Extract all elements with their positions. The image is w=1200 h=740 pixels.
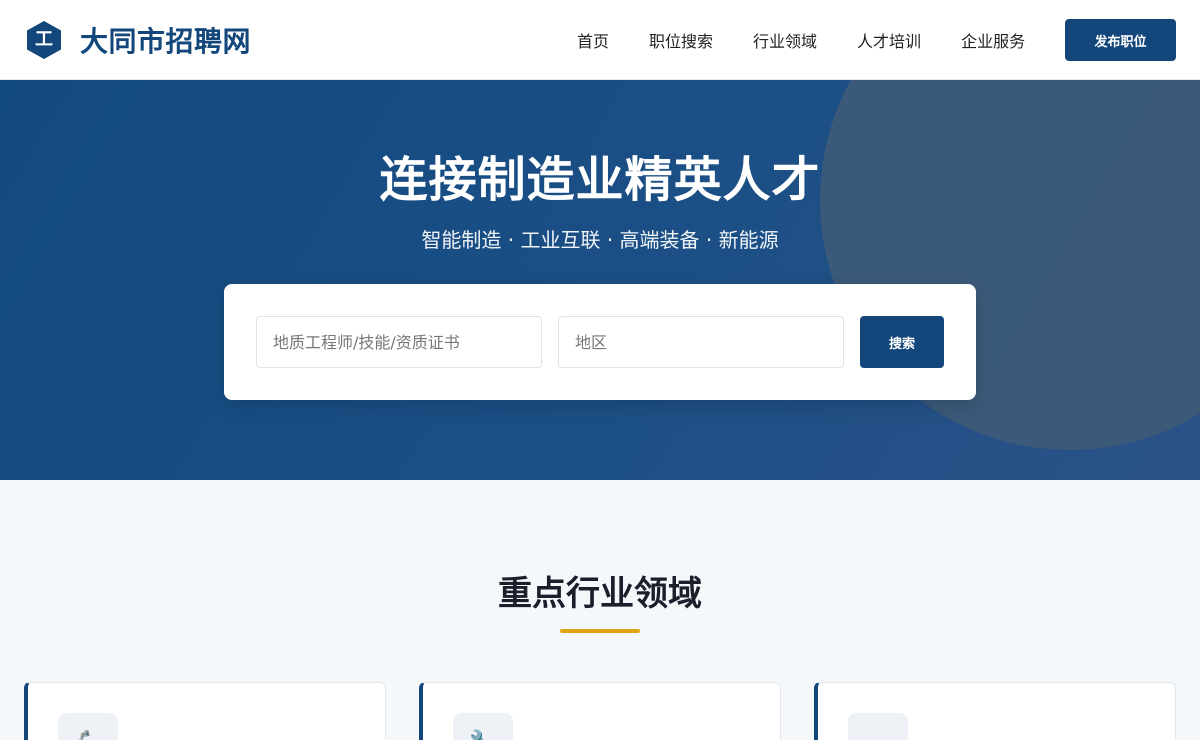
generic-icon — [848, 713, 908, 740]
site-logo[interactable]: 工 大同市招聘网 — [24, 20, 251, 60]
search-panel: 搜索 — [224, 284, 976, 400]
logo-hexagon-icon: 工 — [24, 20, 64, 60]
site-name: 大同市招聘网 — [80, 25, 252, 58]
robot-arm-icon: 🦾 — [58, 713, 118, 740]
search-button[interactable]: 搜索 — [860, 316, 944, 368]
wrench-icon: 🔧 — [453, 713, 513, 740]
logo-glyph: 工 — [35, 29, 53, 50]
industry-card[interactable]: 🔧 — [419, 682, 781, 740]
hero-subtitle: 智能制造 · 工业互联 · 高端装备 · 新能源 — [421, 228, 779, 252]
keyword-search-input[interactable] — [256, 316, 542, 368]
site-header: 工 大同市招聘网 首页 职位搜索 行业领域 人才培训 企业服务 发布职位 — [0, 0, 1200, 80]
region-input[interactable] — [558, 316, 844, 368]
industry-card[interactable] — [814, 682, 1176, 740]
publish-job-button[interactable]: 发布职位 — [1065, 19, 1176, 61]
hero-title: 连接制造业精英人才 — [379, 152, 821, 208]
hero-banner: 连接制造业精英人才 智能制造 · 工业互联 · 高端装备 · 新能源 搜索 — [0, 80, 1200, 480]
main-nav: 首页 职位搜索 行业领域 人才培训 企业服务 — [557, 0, 1045, 80]
nav-item-enterprise-services[interactable]: 企业服务 — [961, 28, 1025, 52]
section-title-underline — [560, 629, 640, 633]
nav-item-home[interactable]: 首页 — [577, 28, 609, 52]
section-title: 重点行业领域 — [498, 574, 702, 614]
nav-item-job-search[interactable]: 职位搜索 — [649, 28, 713, 52]
nav-item-training[interactable]: 人才培训 — [857, 28, 921, 52]
industry-card[interactable]: 🦾 — [24, 682, 386, 740]
nav-item-industries[interactable]: 行业领域 — [753, 28, 817, 52]
